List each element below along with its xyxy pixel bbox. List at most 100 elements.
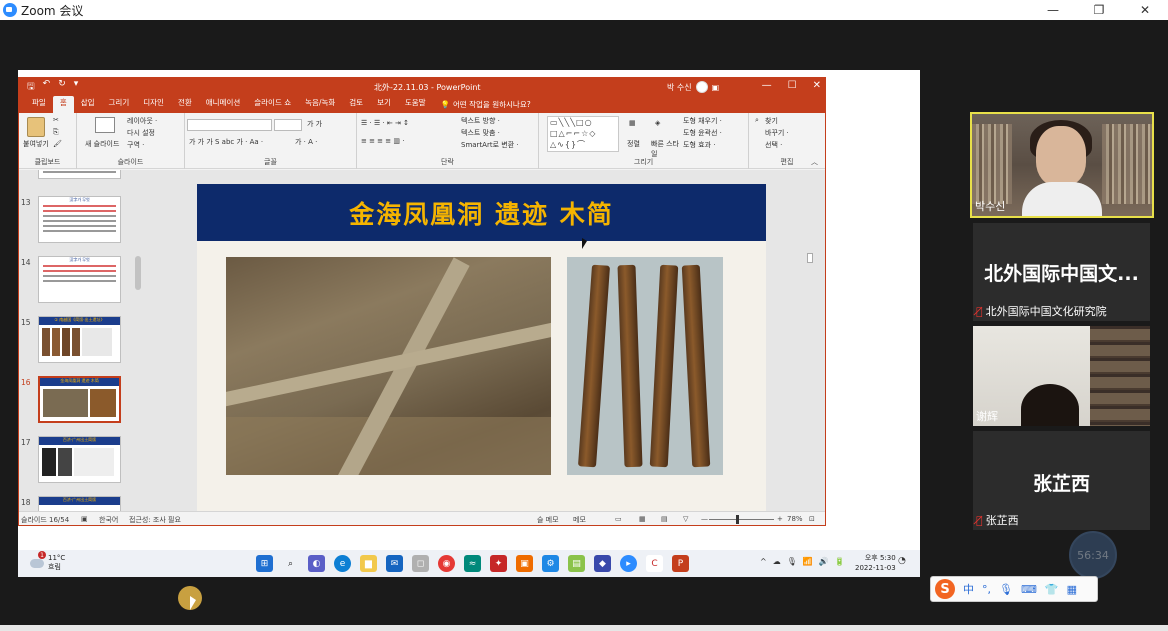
font-name-field[interactable] [187, 119, 272, 131]
app-icon[interactable]: ≈ [464, 555, 481, 572]
close-button[interactable]: ✕ [1122, 0, 1168, 20]
minimize-button[interactable]: — [1030, 0, 1076, 20]
app-icon[interactable]: ◆ [594, 555, 611, 572]
copy-icon[interactable]: ⎘ [53, 128, 59, 137]
keyboard-icon[interactable]: ⌨ [1021, 583, 1037, 596]
list-item[interactable]: 17 百济·广州出土简牍 [19, 436, 133, 491]
scrollbar-grip[interactable] [807, 253, 813, 263]
zoom-level[interactable]: 78% [787, 515, 803, 523]
list-item[interactable]: 14 汉字가 무엇 [19, 256, 133, 311]
zoom-slider[interactable] [709, 519, 774, 520]
participant-video-3[interactable]: 谢辉 [973, 326, 1150, 426]
shape-fill-button[interactable]: 도형 채우기 · [683, 116, 722, 126]
microphone-icon[interactable]: 🎙 [999, 583, 1013, 596]
list-item[interactable]: 16 金海凤凰洞 遗迹 木简 [19, 376, 133, 431]
search-icon[interactable]: ⌕ [282, 555, 299, 572]
current-slide[interactable]: 金海凤凰洞 遗迹 木简 [197, 184, 766, 511]
slide-thumbnail[interactable]: 百济·广州出土简牍 [38, 436, 121, 483]
list-item[interactable] [19, 170, 133, 187]
slide-thumbnail[interactable]: 百济·广州出土简牍 [38, 496, 121, 511]
weather-widget[interactable]: 11°C 흐림 [30, 554, 65, 572]
restore-button[interactable]: ❐ [1076, 0, 1122, 20]
ime-toolbar[interactable]: S 中 °, 🎙 ⌨ 👕 ▦ [930, 576, 1098, 602]
settings-icon[interactable]: ⚙ [542, 555, 559, 572]
text-align-button[interactable]: 텍스트 맞춤 · [461, 128, 500, 138]
cut-icon[interactable]: ✂ [53, 116, 59, 124]
wooden-slips-photo[interactable] [567, 257, 723, 475]
powerpoint-icon[interactable]: P [672, 555, 689, 572]
quick-styles-button[interactable]: 빠른 스타일 [651, 139, 681, 159]
windows-start-icon[interactable]: ⊞ [256, 555, 273, 572]
list-item[interactable]: 15 ① 南越国《简牍·出土遗址》 [19, 316, 133, 371]
font-size-field[interactable] [274, 119, 302, 131]
spellcheck-icon[interactable]: ▣ [81, 515, 88, 523]
meeting-timer[interactable]: 56:34 [1069, 531, 1117, 579]
new-slide-icon[interactable] [95, 117, 115, 133]
font-style-icons[interactable]: 가 가 가 S abc 가 · Aa · [189, 137, 263, 147]
fit-slide-icon[interactable]: ⊡ [809, 515, 815, 523]
notes-button[interactable]: 슬 메모 [537, 515, 559, 525]
slideshow-icon[interactable]: ▽ [683, 515, 688, 523]
list-item[interactable]: 18 百济·广州出土简牍 [19, 496, 133, 511]
list-item[interactable]: 13 汉字가 무엇 [19, 196, 133, 251]
font-color-icon[interactable]: 가 · A · [295, 137, 317, 147]
section-button[interactable]: 구역 · [127, 140, 144, 150]
customize-icon[interactable]: ▾ [74, 79, 79, 95]
ribbon-display-icon[interactable]: ▣ [712, 83, 720, 92]
normal-view-icon[interactable]: ▭ [615, 515, 622, 523]
slide-sorter-icon[interactable]: ▦ [639, 515, 646, 523]
arrange-button[interactable]: 정렬 [627, 139, 640, 149]
replace-button[interactable]: 바꾸기 · [765, 128, 789, 138]
tell-me-search[interactable]: 💡 어떤 작업을 원하시나요? [433, 96, 539, 113]
sogou-logo-icon[interactable]: S [935, 579, 955, 599]
scrollbar-grip[interactable] [135, 256, 141, 290]
skin-icon[interactable]: 👕 [1045, 583, 1059, 596]
slide-thumbnail[interactable]: ① 南越国《简牍·出土遗址》 [38, 316, 121, 363]
app-icon[interactable]: ◻ [412, 555, 429, 572]
reset-button[interactable]: 다시 설정 [127, 128, 155, 138]
tab-help[interactable]: 도움말 [398, 96, 433, 113]
search-icon[interactable]: ⌕ [755, 116, 759, 125]
paste-icon[interactable] [27, 117, 45, 137]
tab-slideshow[interactable]: 슬라이드 쇼 [247, 96, 298, 113]
avatar[interactable] [695, 81, 708, 93]
reading-view-icon[interactable]: ▤ [661, 515, 668, 523]
layout-button[interactable]: 레이아웃 · [127, 116, 157, 126]
bullets-icon[interactable]: ☰ · ☰ · ⇤ ⇥ ↕ [361, 119, 409, 127]
find-button[interactable]: 찾기 [765, 116, 778, 126]
ppt-minimize-button[interactable]: — [762, 80, 772, 91]
thumbnail-scrollbar[interactable] [134, 170, 142, 511]
tab-animations[interactable]: 애니메이션 [199, 96, 248, 113]
arrange-icon[interactable]: ▦ [629, 119, 636, 127]
ime-punctuation[interactable]: °, [982, 583, 991, 596]
participant-tile-2[interactable]: 北外国际中国文... 🎙̸ 北外国际中国文化研究院 [973, 223, 1150, 321]
tab-review[interactable]: 검토 [342, 96, 370, 113]
microphone-icon[interactable]: 🎙 [787, 557, 797, 566]
save-icon[interactable]: 🖫 [27, 79, 35, 95]
shapes-gallery[interactable]: ▭╲╲╲□○ □△⌐⌐☆◇ △∿{}⌒ [547, 116, 619, 152]
toolbox-icon[interactable]: ▦ [1067, 583, 1077, 596]
zoom-out-icon[interactable]: — [701, 515, 708, 523]
align-icons[interactable]: ≡ ≡ ≡ ≡ ▥ · [361, 137, 404, 145]
slide-title[interactable]: 金海凤凰洞 遗迹 木简 [349, 195, 613, 231]
mail-icon[interactable]: ✉ [386, 555, 403, 572]
photos-icon[interactable]: ▤ [568, 555, 585, 572]
edge-icon[interactable]: e [334, 555, 351, 572]
tab-design[interactable]: 디자인 [136, 96, 171, 113]
format-painter-icon[interactable]: 🖌 [53, 140, 62, 148]
ppt-close-button[interactable]: ✕ [813, 80, 821, 91]
app-icon[interactable]: ▣ [516, 555, 533, 572]
tab-view[interactable]: 보기 [370, 96, 398, 113]
tab-transitions[interactable]: 전환 [171, 96, 199, 113]
app-icon[interactable]: C [646, 555, 663, 572]
shape-effects-button[interactable]: 도형 효과 · [683, 140, 715, 150]
slide-thumbnail[interactable]: 汉字가 무엇 [38, 196, 121, 243]
wifi-icon[interactable]: 📶 [803, 557, 813, 566]
tray-chevron-icon[interactable]: ^ [760, 557, 767, 566]
ime-mode[interactable]: 中 [963, 581, 974, 597]
ppt-maximize-button[interactable]: ☐ [788, 80, 797, 91]
slide-thumbnail[interactable]: 汉字가 무엇 [38, 256, 121, 303]
participant-tile-4[interactable]: 张芷西 🎙̸ 张芷西 [973, 431, 1150, 530]
taskbar-clock[interactable]: 오후 5:30 2022-11-03 [855, 553, 896, 573]
ppt-account[interactable]: 박 수신 ▣ [667, 81, 719, 93]
